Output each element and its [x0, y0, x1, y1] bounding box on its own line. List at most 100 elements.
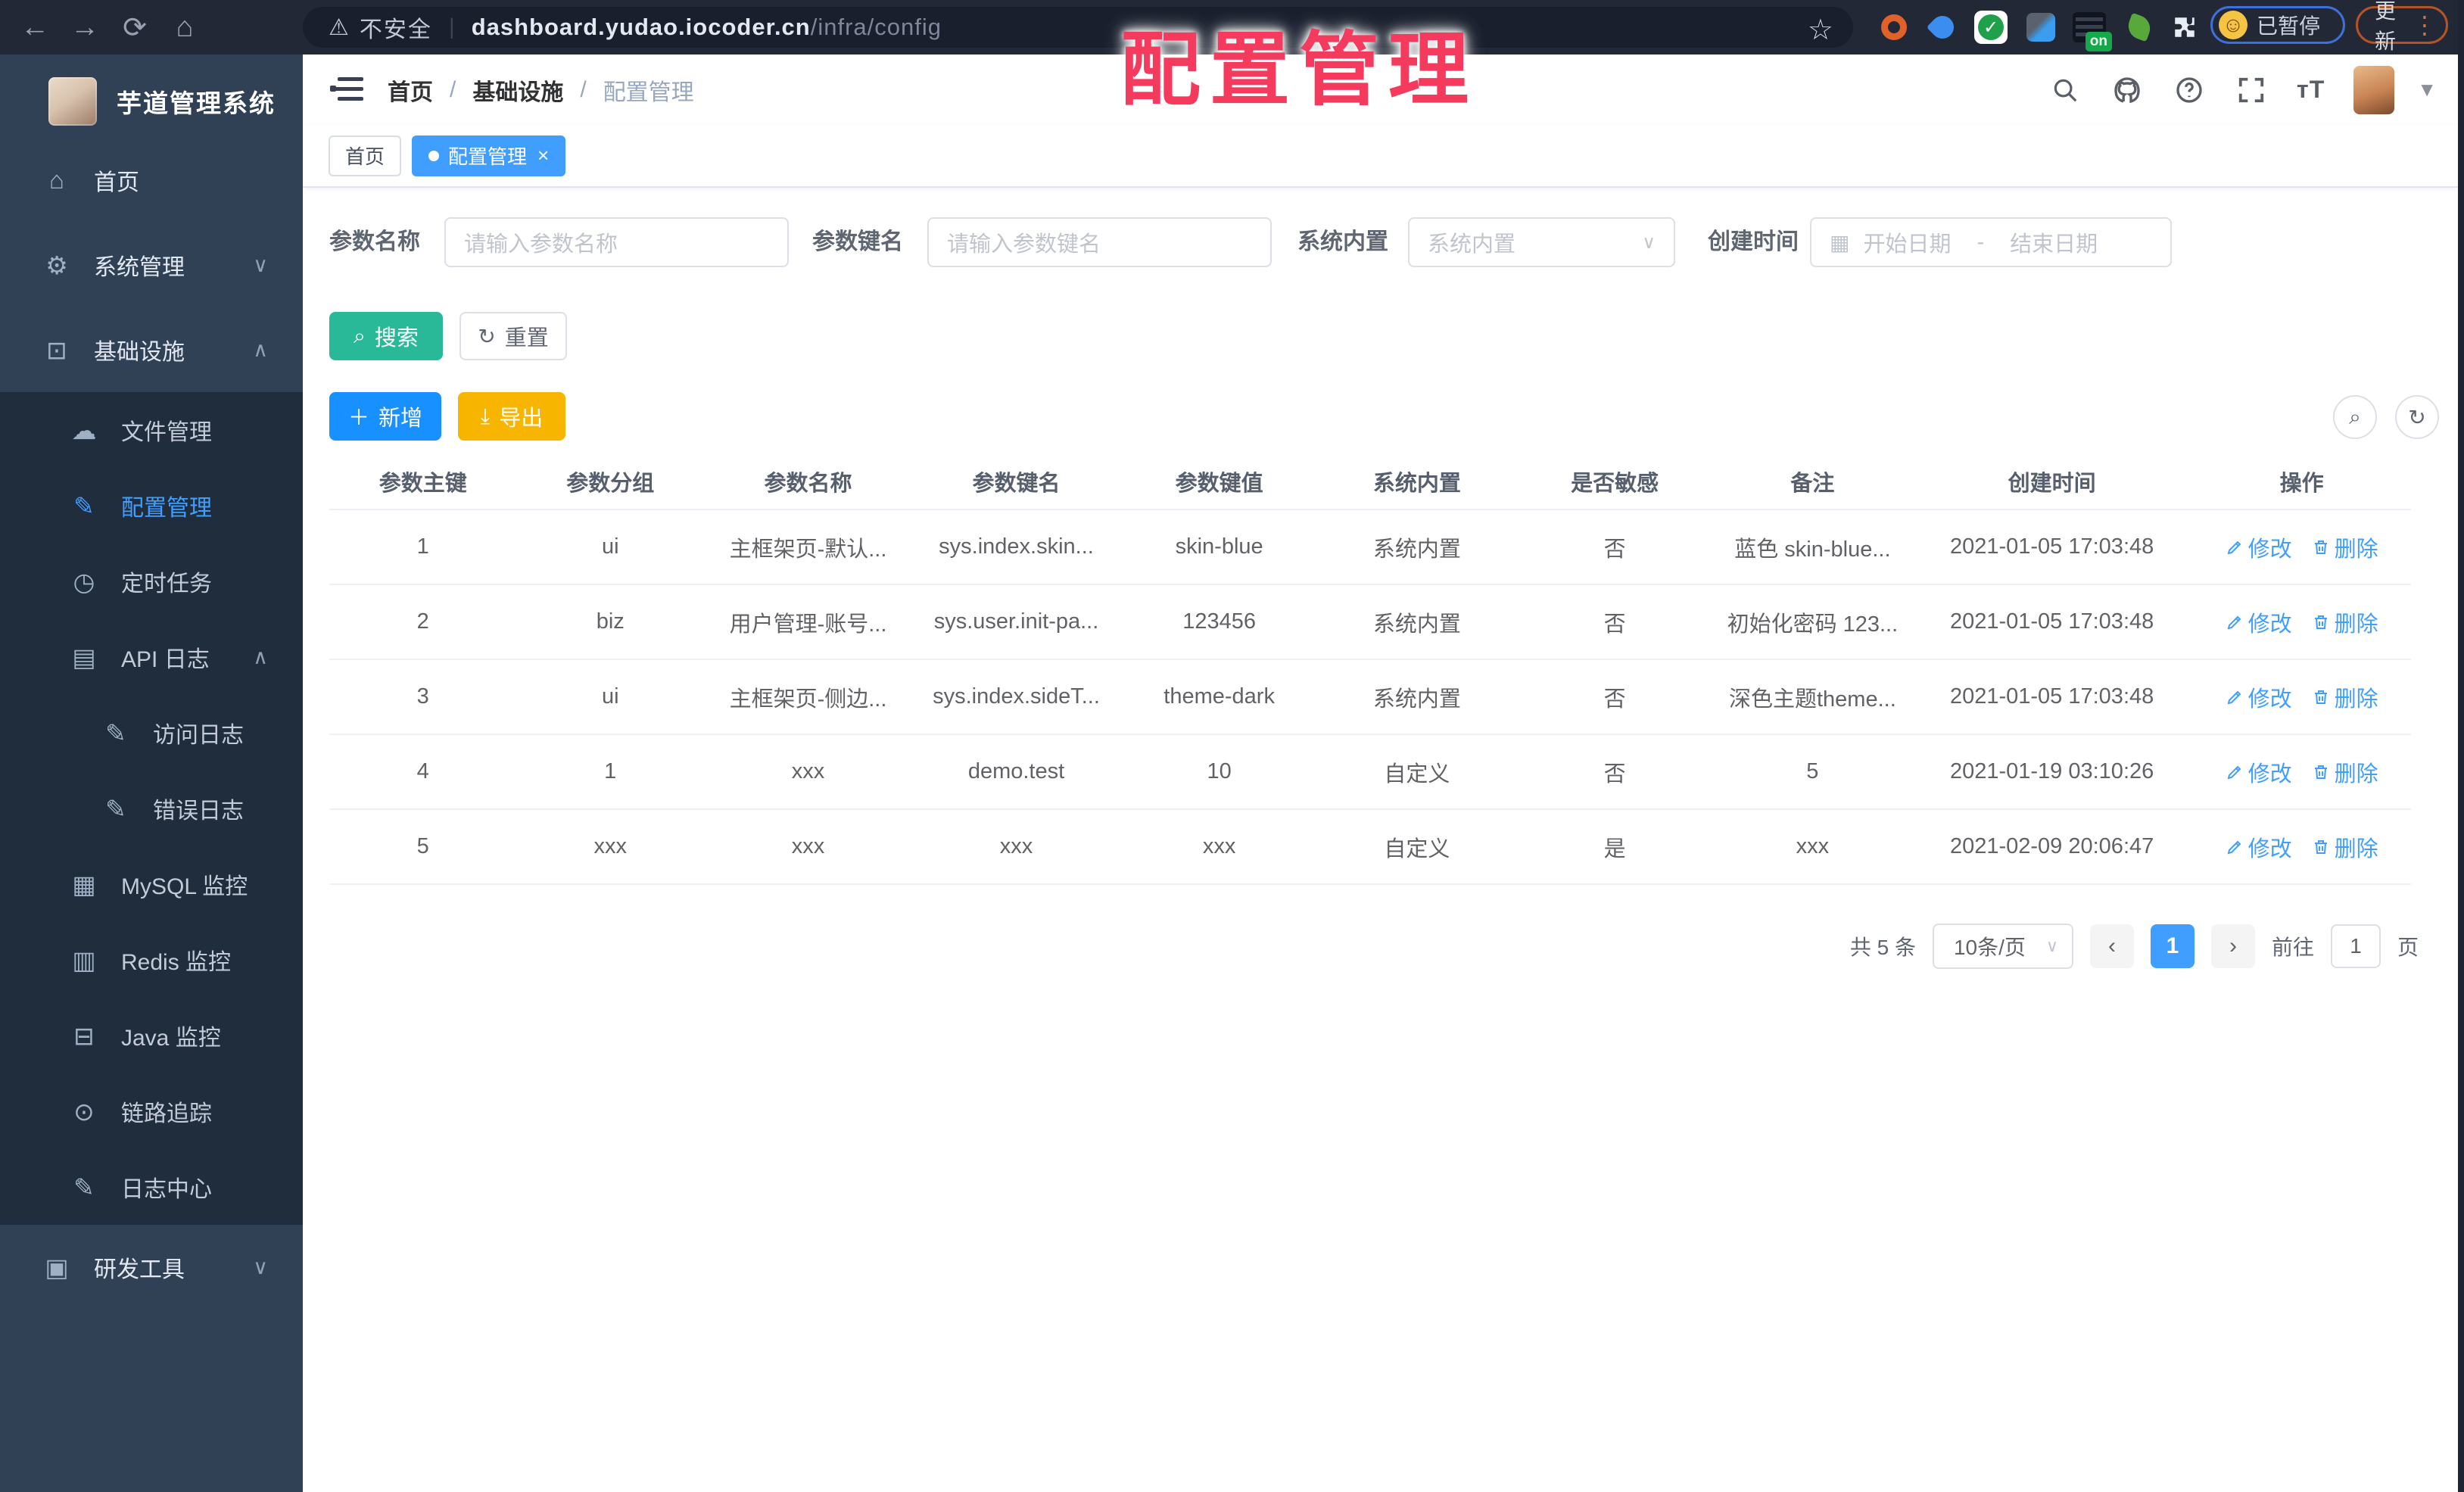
sidebar-item-error-log[interactable]: ✎ 错误日志	[0, 771, 303, 846]
table-cell: 4	[329, 734, 517, 810]
sidebar-item-scheduled-jobs[interactable]: ◷ 定时任务	[0, 544, 303, 619]
edit-link[interactable]: 修改	[2226, 531, 2292, 563]
address-bar[interactable]: ⚠ 不安全 | dashboard.yudao.iocoder.cn /infr…	[303, 7, 1853, 48]
sidebar-item-redis-monitor[interactable]: ▥ Redis 监控	[0, 922, 303, 998]
home-icon: ⌂	[49, 166, 64, 194]
toggle-search-button[interactable]: ⌕	[2333, 395, 2377, 439]
sidebar-item-log-center[interactable]: ✎ 日志中心	[0, 1149, 303, 1225]
help-icon[interactable]	[2173, 73, 2206, 107]
breadcrumb-infrastructure[interactable]: 基础设施	[472, 73, 563, 107]
update-button-label: 更新	[2375, 0, 2397, 53]
sidebar-item-system-mgmt[interactable]: ⚙ 系统管理 ∨	[0, 223, 303, 307]
app-logo[interactable]: 芋道管理系统	[0, 55, 303, 138]
table-cell: 系统内置	[1318, 584, 1516, 660]
browser-menu-dots-icon[interactable]: ⋮	[2413, 11, 2437, 39]
export-button[interactable]: ⤓ 导出	[458, 392, 565, 441]
search-icon[interactable]	[2048, 73, 2082, 107]
extensions-puzzle-icon[interactable]	[2167, 9, 2203, 45]
tab-home[interactable]: 首页	[329, 135, 402, 176]
download-icon: ⤓	[480, 403, 491, 428]
filter-type-select[interactable]: 系统内置 ∨	[1408, 217, 1675, 267]
mysql-icon: ▦	[72, 870, 96, 899]
breadcrumb-home[interactable]: 首页	[388, 73, 433, 107]
edit-link[interactable]: 修改	[2226, 831, 2292, 863]
reset-button[interactable]: ↻ 重置	[459, 312, 567, 360]
extension-orange-icon[interactable]	[1876, 9, 1912, 45]
extension-blue-icon[interactable]	[2023, 9, 2059, 45]
sidebar-item-dev-tools[interactable]: ▣ 研发工具 ∨	[0, 1225, 303, 1310]
edit-link[interactable]: 修改	[2226, 606, 2292, 638]
github-icon[interactable]	[2110, 73, 2144, 107]
sidebar-item-api-log[interactable]: ▤ API 日志 ∧	[0, 619, 303, 695]
sidebar-item-infrastructure[interactable]: ⊡ 基础设施 ∧	[0, 307, 303, 392]
filter-key-input[interactable]: 请输入参数键名	[927, 217, 1272, 267]
current-page-button[interactable]: 1	[2150, 924, 2195, 968]
browser-reload-icon[interactable]: ⟳	[111, 0, 159, 55]
browser-back-icon[interactable]: ←	[11, 0, 59, 55]
prev-page-button[interactable]: ‹	[2089, 924, 2134, 968]
table-cell: 否	[1515, 659, 1714, 735]
page-size-select[interactable]: 10条/页 ∨	[1932, 924, 2073, 969]
pagination: 共 5 条 10条/页 ∨ ‹ 1 › 前往 1 页	[1850, 922, 2419, 970]
breadcrumb-current: 配置管理	[603, 79, 694, 105]
delete-link[interactable]: 删除	[2312, 606, 2378, 638]
search-button-label: 搜索	[374, 326, 419, 350]
filter-date-range[interactable]: ▦ 开始日期 - 结束日期	[1810, 217, 2172, 267]
sidebar-item-label: 链路追踪	[121, 1101, 212, 1126]
sidebar-item-access-log[interactable]: ✎ 访问日志	[0, 695, 303, 771]
extension-on-icon[interactable]: on	[2071, 9, 2112, 51]
timer-icon: ◷	[73, 567, 95, 596]
table-row: 3 ui 主框架页-侧边... sys.index.sideT... theme-dar…	[329, 659, 2411, 735]
font-size-icon[interactable]: ᴛT	[2297, 76, 2325, 104]
tab-close-icon[interactable]: ×	[537, 144, 549, 167]
sidebar-item-mysql-monitor[interactable]: ▦ MySQL 监控	[0, 846, 303, 922]
delete-link[interactable]: 删除	[2312, 831, 2378, 863]
filter-name-placeholder: 请输入参数名称	[464, 232, 618, 257]
filter-type-placeholder: 系统内置	[1428, 232, 1516, 257]
table-cell: 5	[1713, 734, 1911, 810]
tag-tabs-bar: 首页 配置管理 ×	[303, 125, 2458, 188]
browser-update-button[interactable]: 更新 ⋮	[2356, 0, 2448, 53]
sidebar-item-home[interactable]: ⌂ 首页	[0, 138, 303, 223]
search-button[interactable]: ⌕ 搜索	[329, 312, 443, 360]
breadcrumb-separator: /	[450, 76, 456, 102]
sidebar: 芋道管理系统 ⌂ 首页 ⚙ 系统管理 ∨ ⊡ 基础设施 ∧ ☁ 文件管理 ✎ 配置管理 ◷ 定时任务 ▤ AP…	[0, 55, 303, 1492]
table-cell: 10	[1120, 734, 1319, 810]
bookmark-star-icon[interactable]: ☆	[1808, 13, 1833, 47]
refresh-table-button[interactable]: ↻	[2395, 395, 2439, 439]
paused-extension-badge[interactable]: ☺ 已暂停	[2210, 6, 2345, 44]
extension-leaf-icon[interactable]	[2121, 9, 2157, 45]
fullscreen-icon[interactable]	[2235, 73, 2268, 107]
extension-pin-icon[interactable]	[1924, 9, 1961, 45]
goto-page-input[interactable]: 1	[2330, 924, 2381, 968]
extension-check-icon[interactable]: ✓	[1973, 9, 2009, 45]
sidebar-item-trace[interactable]: ⊙ 链路追踪	[0, 1073, 303, 1149]
delete-link[interactable]: 删除	[2312, 531, 2378, 563]
collapse-sidebar-icon[interactable]	[330, 76, 363, 103]
edit-link[interactable]: 修改	[2226, 756, 2292, 788]
user-avatar[interactable]	[2353, 65, 2395, 114]
sidebar-item-config-mgmt[interactable]: ✎ 配置管理	[0, 468, 303, 544]
delete-link[interactable]: 删除	[2312, 756, 2378, 788]
browser-home-icon[interactable]: ⌂	[160, 0, 209, 55]
edit-link[interactable]: 修改	[2226, 681, 2292, 713]
sidebar-item-label: 配置管理	[121, 496, 212, 521]
next-page-button[interactable]: ›	[2210, 924, 2255, 968]
table-row: 1 ui 主框架页-默认... sys.index.skin... skin-blue 系…	[329, 509, 2411, 585]
cloud-upload-icon: ☁	[71, 416, 97, 444]
browser-forward-icon[interactable]: →	[61, 0, 109, 55]
sidebar-item-file-mgmt[interactable]: ☁ 文件管理	[0, 392, 303, 468]
filter-name-input[interactable]: 请输入参数名称	[444, 217, 789, 267]
page-suffix-label: 页	[2397, 936, 2419, 959]
add-button[interactable]: ＋ 新增	[329, 392, 441, 441]
sidebar-item-java-monitor[interactable]: ⊟ Java 监控	[0, 998, 303, 1073]
sidebar-menu: ⌂ 首页 ⚙ 系统管理 ∨ ⊡ 基础设施 ∧ ☁ 文件管理 ✎ 配置管理 ◷ 定时任务 ▤ API 日志 ∧ ✎ 访…	[0, 138, 303, 1310]
config-table: 参数主键 参数分组 参数名称 参数键名 参数键值 系统内置 是否敏感 备注 创建时间 操作 1 ui…	[329, 454, 2411, 885]
log-center-icon: ✎	[73, 1173, 95, 1201]
delete-link[interactable]: 删除	[2312, 681, 2378, 713]
table-cell: 2021-02-09 20:06:47	[1911, 809, 2193, 885]
tab-config-mgmt[interactable]: 配置管理 ×	[412, 135, 566, 176]
user-menu-caret-icon[interactable]: ▼	[2417, 78, 2437, 101]
search-icon: ⌕	[354, 323, 366, 347]
table-cell: ui	[516, 509, 704, 585]
